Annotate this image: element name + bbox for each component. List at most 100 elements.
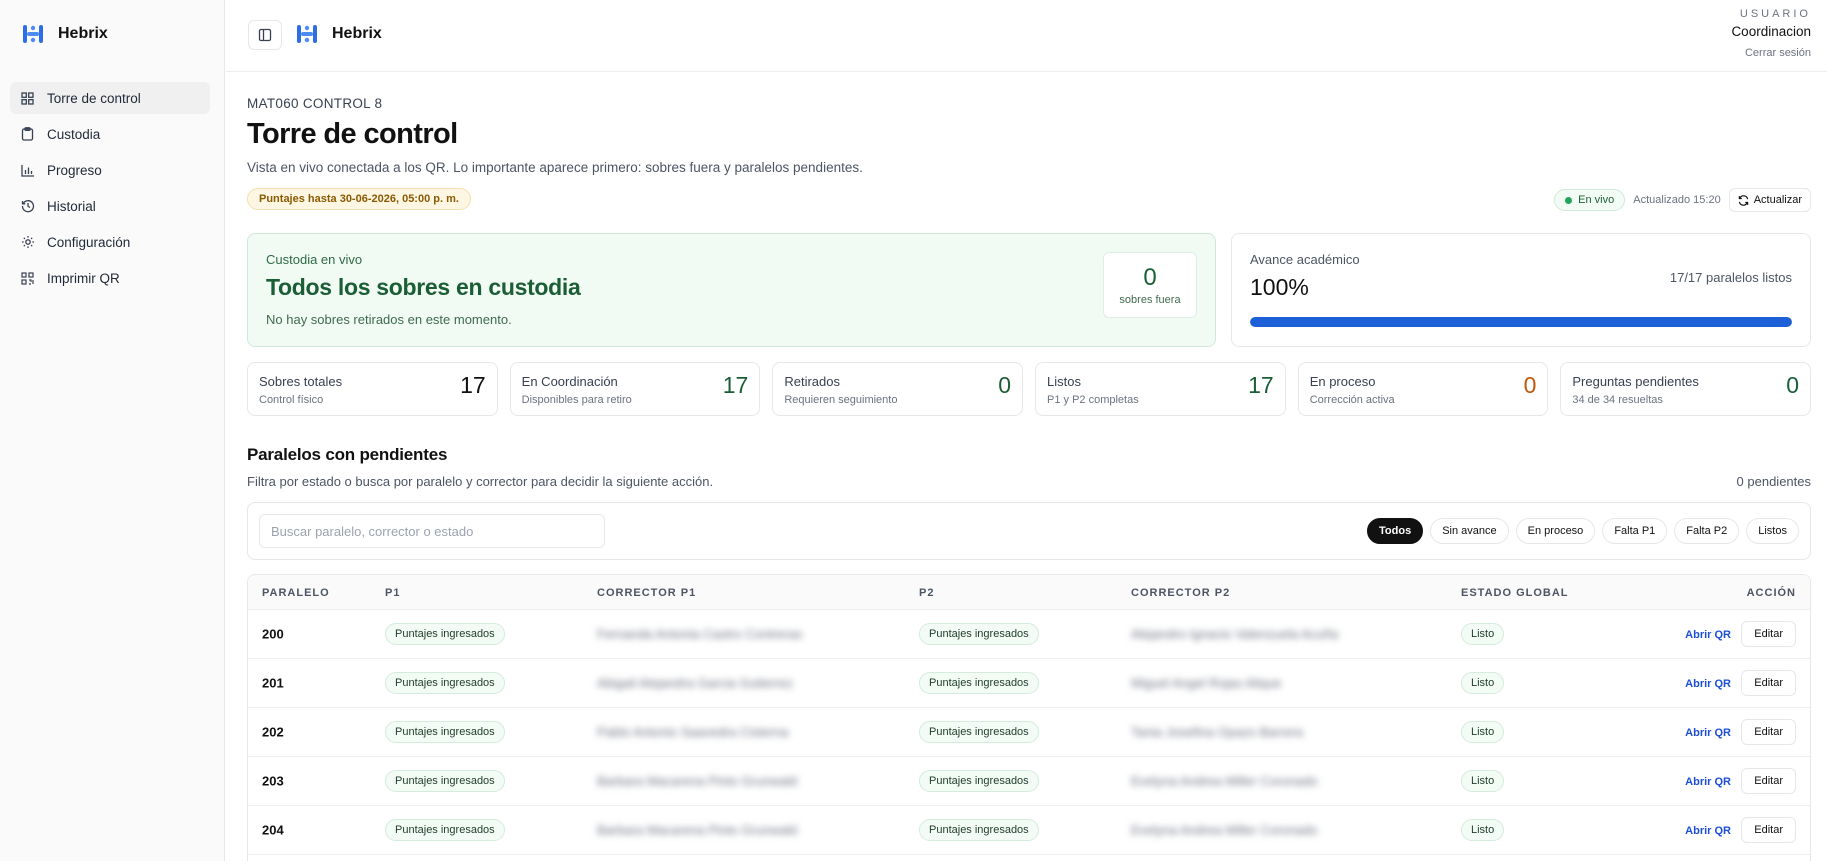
custody-title: Todos los sobres en custodia bbox=[266, 274, 581, 300]
cell-p2: Puntajes ingresados bbox=[919, 721, 1039, 743]
page-description: Vista en vivo conectada a los QR. Lo imp… bbox=[247, 160, 863, 175]
cell-estado-global: Listo bbox=[1461, 819, 1505, 841]
sidebar-item-custodia[interactable]: Custodia bbox=[10, 118, 210, 150]
p1-status-badge: Puntajes ingresados bbox=[385, 721, 505, 743]
updated-timestamp: Actualizado 15:20 bbox=[1633, 194, 1721, 206]
stat-value: 17 bbox=[722, 372, 749, 398]
sidebar-item-torre-de-control[interactable]: Torre de control bbox=[10, 82, 210, 114]
history-icon bbox=[20, 199, 35, 214]
progress-bar bbox=[1250, 317, 1792, 327]
open-qr-link[interactable]: Abrir QR bbox=[1685, 629, 1731, 641]
filter-chip-falta-p2[interactable]: Falta P2 bbox=[1674, 518, 1740, 544]
cell-p2: Puntajes ingresados bbox=[919, 623, 1039, 645]
cell-paralelo: 201 bbox=[262, 675, 284, 691]
edit-button[interactable]: Editar bbox=[1741, 768, 1796, 794]
open-qr-link[interactable]: Abrir QR bbox=[1685, 776, 1731, 788]
bar-chart-icon bbox=[20, 163, 35, 178]
cell-corrector-p1: Fernanda Antonia Castro Contreras bbox=[597, 626, 803, 642]
edit-button[interactable]: Editar bbox=[1741, 621, 1796, 647]
filter-chip-todos[interactable]: Todos bbox=[1367, 518, 1424, 544]
sidebar-toggle-button[interactable] bbox=[248, 20, 282, 50]
refresh-button[interactable]: Actualizar bbox=[1728, 188, 1811, 212]
sidebar-item-progreso[interactable]: Progreso bbox=[10, 154, 210, 186]
cell-editar: Editar bbox=[1741, 670, 1796, 696]
live-badge: En vivo bbox=[1554, 189, 1626, 211]
stat-card-preguntas-pendientes: Preguntas pendientes 34 de 34 resueltas … bbox=[1560, 362, 1812, 416]
p2-status-badge: Puntajes ingresados bbox=[919, 623, 1039, 645]
sidebar-item-label: Configuración bbox=[47, 234, 131, 250]
sidebar-item-configuracion[interactable]: Configuración bbox=[10, 226, 210, 258]
cell-estado-global: Listo bbox=[1461, 623, 1505, 645]
stat-sub: Requieren seguimiento bbox=[784, 394, 898, 406]
stat-label: En proceso bbox=[1309, 374, 1376, 389]
stat-card-listos: Listos P1 y P2 completas 17 bbox=[1035, 362, 1286, 416]
sidebar-item-historial[interactable]: Historial bbox=[10, 190, 210, 222]
sidebar-item-label: Imprimir QR bbox=[47, 270, 120, 286]
cell-corrector-p2: Tania Josefina Opazo Barrera bbox=[1131, 724, 1303, 740]
stat-sub: P1 y P2 completas bbox=[1047, 394, 1139, 406]
cell-paralelo: 203 bbox=[262, 773, 284, 789]
deadline-badge: Puntajes hasta 30-06-2026, 05:00 p. m. bbox=[247, 188, 471, 210]
filter-chip-sin-avance[interactable]: Sin avance bbox=[1430, 518, 1509, 544]
grid-icon bbox=[20, 91, 35, 106]
sidebar-toggle-icon bbox=[258, 28, 272, 42]
logout-link[interactable]: Cerrar sesión bbox=[1731, 47, 1811, 59]
column-header-paralelo: PARALELO bbox=[262, 587, 330, 599]
stat-sub: Corrección activa bbox=[1309, 394, 1395, 406]
cell-corrector-p1: Abigail Alejandra Garcia Gutierrez bbox=[597, 675, 793, 691]
p2-status-badge: Puntajes ingresados bbox=[919, 819, 1039, 841]
cell-p2: Puntajes ingresados bbox=[919, 672, 1039, 694]
edit-button[interactable]: Editar bbox=[1741, 670, 1796, 696]
table-body: 200 Puntajes ingresados Fernanda Antonia C… bbox=[248, 610, 1810, 855]
cell-editar: Editar bbox=[1741, 768, 1796, 794]
table-row: 202 Puntajes ingresados Pablo Antonio Saav… bbox=[248, 708, 1810, 757]
cell-corrector-p1: Pablo Antonio Saavedra Cisterna bbox=[597, 724, 789, 740]
filter-chip-en-proceso[interactable]: En proceso bbox=[1515, 518, 1596, 544]
cell-p2: Puntajes ingresados bbox=[919, 819, 1039, 841]
refresh-icon bbox=[1738, 194, 1748, 206]
filter-bar: Todos Sin avance En proceso Falta P1 Fal… bbox=[247, 502, 1811, 560]
global-status-badge: Listo bbox=[1461, 770, 1505, 792]
hebrix-logo-icon bbox=[23, 25, 43, 43]
p1-status-badge: Puntajes ingresados bbox=[385, 770, 505, 792]
cell-p1: Puntajes ingresados bbox=[385, 721, 505, 743]
table-row: 203 Puntajes ingresados Barbara Macarena P… bbox=[248, 757, 1810, 806]
academic-progress-card: Avance académico 100% 17/17 paralelos li… bbox=[1231, 233, 1811, 347]
edit-button[interactable]: Editar bbox=[1741, 817, 1796, 843]
progress-value: 100% bbox=[1250, 274, 1309, 300]
envelopes-out-value: 0 bbox=[1143, 264, 1157, 291]
open-qr-link[interactable]: Abrir QR bbox=[1685, 678, 1731, 690]
stat-card-en-coordinacion: En Coordinación Disponibles para retiro … bbox=[509, 362, 761, 416]
stat-label: Preguntas pendientes bbox=[1572, 374, 1699, 389]
gear-icon bbox=[20, 235, 35, 250]
paralelos-table: PARALELO P1 CORRECTOR P1 P2 CORRECTOR P2… bbox=[247, 574, 1811, 861]
header-brand[interactable]: Hebrix bbox=[296, 24, 382, 44]
page-title: Torre de control bbox=[247, 118, 458, 150]
sidebar-item-label: Custodia bbox=[47, 126, 101, 142]
open-qr-link[interactable]: Abrir QR bbox=[1685, 825, 1731, 837]
edit-button[interactable]: Editar bbox=[1741, 719, 1796, 745]
qr-icon bbox=[20, 271, 35, 286]
p1-status-badge: Puntajes ingresados bbox=[385, 623, 505, 645]
cell-p1: Puntajes ingresados bbox=[385, 623, 505, 645]
user-name: Coordinacion bbox=[1731, 24, 1811, 39]
column-header-corrector-p2: CORRECTOR P2 bbox=[1131, 587, 1231, 599]
filter-chip-listos[interactable]: Listos bbox=[1746, 518, 1799, 544]
filter-chip-falta-p1[interactable]: Falta P1 bbox=[1602, 518, 1668, 544]
cell-abrir-qr: Abrir QR bbox=[1685, 625, 1731, 643]
cell-p1: Puntajes ingresados bbox=[385, 819, 505, 841]
stat-value: 17 bbox=[1248, 372, 1274, 398]
table-header: PARALELO P1 CORRECTOR P1 P2 CORRECTOR P2… bbox=[248, 575, 1810, 610]
sidebar-item-imprimir-qr[interactable]: Imprimir QR bbox=[10, 262, 210, 294]
clipboard-icon bbox=[20, 127, 35, 142]
stats-row: Sobres totales Control físico 17 En Coor… bbox=[247, 362, 1812, 416]
search-input[interactable] bbox=[259, 514, 605, 548]
envelopes-out-label: sobres fuera bbox=[1119, 294, 1181, 306]
column-header-p2: P2 bbox=[919, 587, 935, 599]
cell-p1: Puntajes ingresados bbox=[385, 672, 505, 694]
stat-value: 0 bbox=[998, 372, 1012, 398]
cell-estado-global: Listo bbox=[1461, 770, 1505, 792]
brand[interactable]: Hebrix bbox=[22, 24, 108, 44]
open-qr-link[interactable]: Abrir QR bbox=[1685, 727, 1731, 739]
global-status-badge: Listo bbox=[1461, 672, 1505, 694]
